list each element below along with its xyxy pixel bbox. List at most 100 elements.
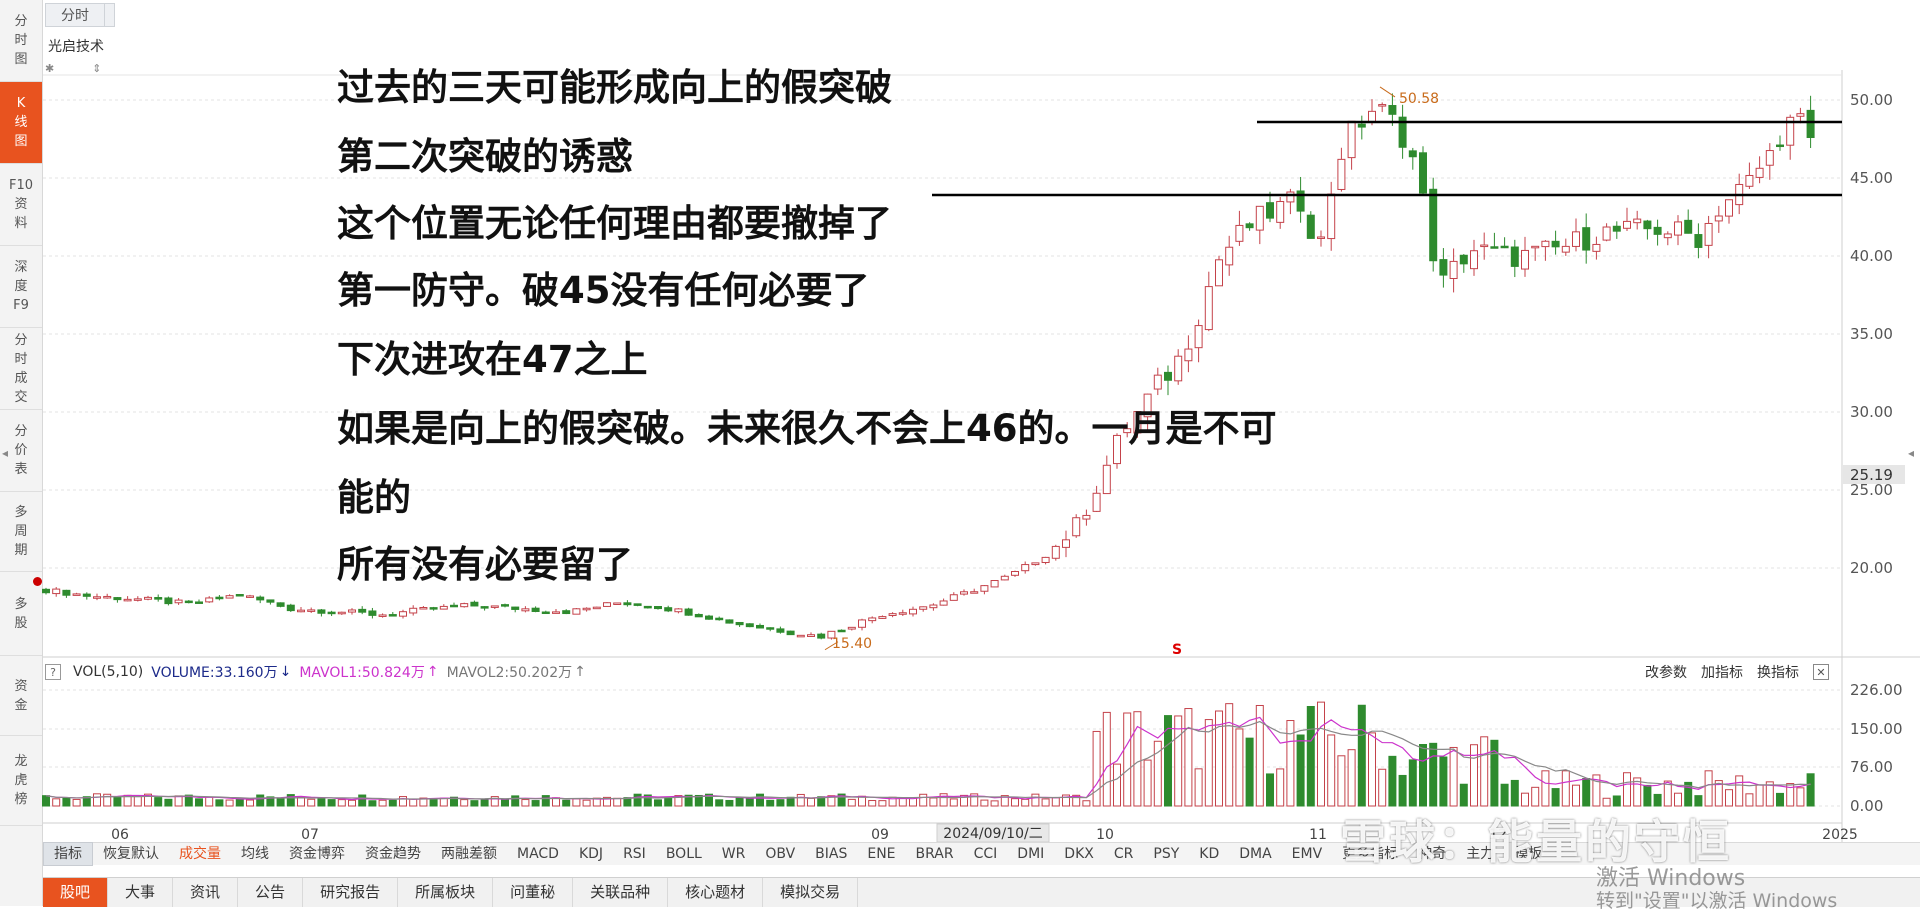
volume-bar-down [531, 800, 540, 807]
candle-up [603, 602, 611, 607]
candle-up [939, 600, 948, 606]
indicator-item[interactable]: EMV [1282, 843, 1333, 865]
collapse-right-icon[interactable]: ◂ [1908, 446, 1914, 460]
volume-title[interactable]: VOL(5,10) [73, 664, 143, 680]
candle-down [817, 633, 826, 639]
candle-up [337, 611, 346, 615]
bottom-tab[interactable]: 公告 [238, 878, 304, 907]
indicator-item[interactable]: BIAS [805, 843, 857, 865]
candle-up [72, 593, 81, 596]
indicator-item[interactable]: BRAR [906, 843, 964, 865]
candle-up [552, 611, 560, 614]
volume-bar-down [1408, 759, 1417, 807]
indicator-item[interactable]: 两融差额 [431, 843, 507, 865]
volume-bar-up [133, 796, 142, 807]
indicator-item[interactable]: ENE [857, 843, 905, 865]
price-tick-label: 20.00 [1850, 559, 1893, 577]
stock-tool-icons[interactable]: ✱⇕ [45, 62, 139, 75]
note-line-1: 过去的三天可能形成向上的假突破 [337, 66, 892, 109]
switch-indicator-button[interactable]: 换指标 [1757, 662, 1799, 682]
pin-icon[interactable]: ⇕ [92, 62, 139, 75]
indicator-item[interactable]: DMI [1007, 843, 1054, 865]
indicator-item[interactable]: 指标 [43, 842, 93, 866]
indicator-item[interactable]: 资金博弈 [279, 843, 355, 865]
bottom-tab[interactable]: 所属板块 [398, 878, 494, 907]
indicator-item[interactable]: 成交量 [169, 843, 231, 865]
volume-bar-up [409, 798, 418, 807]
indicator-item[interactable]: CCI [964, 843, 1008, 865]
volume-bar-up [1561, 770, 1570, 807]
volume-bar-up [1225, 703, 1234, 807]
indicator-item[interactable]: OBV [755, 843, 805, 865]
volume-bar-up [1470, 744, 1478, 807]
period-tab[interactable]: 分时 [45, 3, 105, 27]
bottom-tab[interactable]: 研究报告 [303, 878, 399, 907]
volume-bar-up [868, 800, 877, 807]
candle-up [1317, 236, 1325, 239]
note-line-7: 能的 [337, 476, 411, 519]
indicator-item[interactable]: RSI [613, 843, 656, 865]
indicator-item[interactable]: WR [712, 843, 756, 865]
volume-bar-up [949, 798, 958, 807]
candle-up [1286, 191, 1295, 203]
volume-bar-up [1480, 736, 1489, 807]
indicator-item[interactable]: KD [1189, 843, 1229, 865]
candle-up [1663, 233, 1672, 239]
bottom-tab[interactable]: 核心题材 [668, 878, 764, 907]
bottom-tab[interactable]: 关联品种 [573, 878, 669, 907]
candle-down [1408, 150, 1417, 158]
candle-down [1357, 123, 1366, 128]
volume-bar-down [562, 799, 571, 807]
s-marker: S [1172, 642, 1182, 658]
candle-up [613, 602, 622, 605]
candle-down [368, 610, 377, 616]
candle-up [1521, 249, 1529, 270]
candle-up [205, 597, 214, 603]
candle-up [348, 609, 356, 613]
indicator-item[interactable]: BOLL [656, 843, 712, 865]
candle-down [1164, 371, 1172, 381]
candle-up [1623, 220, 1631, 229]
edit-params-button[interactable]: 改参数 [1645, 662, 1687, 682]
indicator-item[interactable]: 恢复默认 [93, 843, 169, 865]
candle-up [1755, 167, 1764, 178]
volume-bar-down [776, 799, 785, 807]
indicator-item[interactable]: MACD [507, 843, 569, 865]
kline-chart[interactable]: 50.0045.0040.0035.0030.0025.0020.0025.19… [0, 0, 1920, 906]
price-tick-label: 45.00 [1850, 169, 1893, 187]
indicator-item[interactable]: 资金趋势 [355, 843, 431, 865]
bottom-tab[interactable]: 大事 [108, 878, 174, 907]
volume-bar-up [1623, 772, 1631, 807]
volume-bar-up [378, 799, 387, 807]
indicator-item[interactable]: PSY [1143, 843, 1189, 865]
indicator-item[interactable]: 均线 [231, 843, 279, 865]
mavol1-value: MAVOL1:50.824万 [299, 665, 425, 681]
volume-bar-down [1551, 788, 1560, 807]
volume-bar-down [1459, 783, 1468, 807]
help-icon[interactable]: ? [45, 664, 61, 680]
candle-up [858, 619, 866, 628]
indicator-item[interactable]: KDJ [569, 843, 613, 865]
bottom-tab[interactable]: 模拟交易 [763, 878, 859, 907]
candle-up [133, 598, 142, 601]
candle-down [1643, 220, 1652, 230]
bottom-tab[interactable]: 问董秘 [493, 878, 574, 907]
add-indicator-button[interactable]: 加指标 [1701, 662, 1743, 682]
volume-bar-up [980, 799, 989, 807]
volume-bar-down [195, 798, 203, 807]
candle-down [429, 607, 438, 610]
volume-bar-down [368, 800, 377, 807]
gear-icon[interactable]: ✱ [45, 62, 92, 75]
indicator-item[interactable]: DMA [1229, 843, 1281, 865]
bottom-tab[interactable]: 股吧 [43, 878, 109, 907]
collapse-left-icon[interactable]: ◂ [2, 446, 8, 460]
candle-down [511, 606, 520, 610]
indicator-item[interactable]: CR [1104, 843, 1144, 865]
volume-bar-up [1092, 730, 1101, 807]
close-icon[interactable]: ✕ [1813, 664, 1829, 680]
volume-bar-up [1725, 789, 1733, 807]
volume-bar-up [337, 799, 346, 807]
bottom-tab[interactable]: 资讯 [173, 878, 239, 907]
indicator-item[interactable]: DKX [1054, 843, 1104, 865]
volume-bar-up [1184, 708, 1193, 807]
